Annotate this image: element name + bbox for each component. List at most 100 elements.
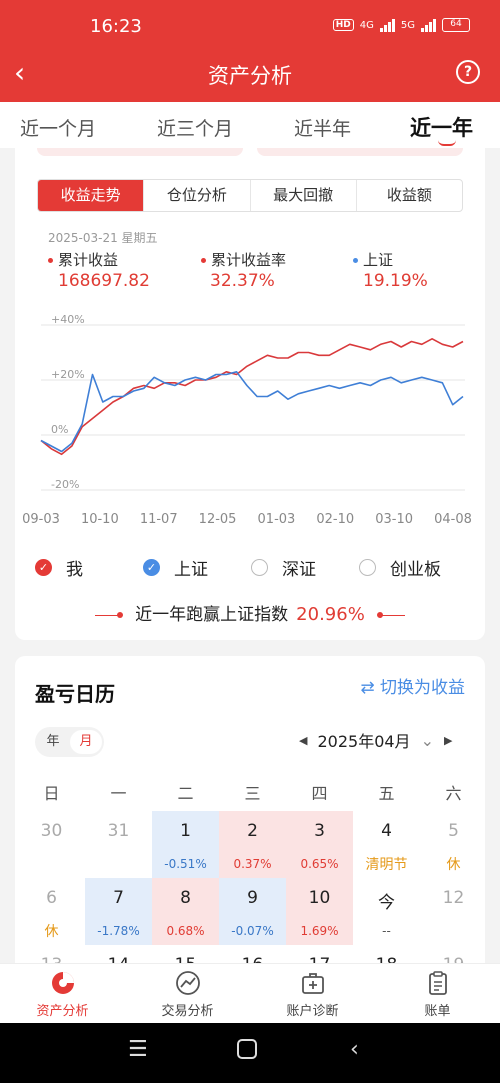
calendar-day-cell[interactable]: 4 清明节 xyxy=(353,811,420,878)
tab-1-month[interactable]: 近一个月 xyxy=(20,114,96,141)
calendar-day-cell[interactable]: 12 xyxy=(420,878,485,945)
swap-icon: ⇄ xyxy=(360,678,375,698)
analysis-segment-control: 收益走势 仓位分析 最大回撤 收益额 xyxy=(37,179,463,212)
system-nav-bar: ☰ ‹ xyxy=(0,1023,500,1083)
tab-label: 资产分析 xyxy=(36,1004,89,1019)
weekday-label: 三 xyxy=(244,784,261,803)
legend-chinext[interactable]: 创业板 xyxy=(359,555,441,580)
signal-icon xyxy=(379,18,395,32)
switch-to-return-button[interactable]: ⇄ 切换为收益 xyxy=(360,673,465,698)
calendar-day-cell[interactable]: 7 -1.78% xyxy=(85,878,152,945)
y-tick-label: -20% xyxy=(51,478,79,491)
red-dot-icon xyxy=(48,258,53,263)
toggle-year[interactable]: 年 xyxy=(37,730,69,754)
month-navigator: ◀ 2025年04月 ⌄ ▶ xyxy=(299,728,452,752)
toggle-month[interactable]: 月 xyxy=(70,730,102,754)
period-tabs: 近一个月 近三个月 近半年 近一年 xyxy=(0,102,500,148)
day-value: -1.78% xyxy=(97,924,140,938)
calendar-day-cell[interactable]: 今 -- xyxy=(353,878,420,945)
segment-position-analysis[interactable]: 仓位分析 xyxy=(143,180,249,211)
calendar-day-cell[interactable]: 8 0.68% xyxy=(152,878,219,945)
selected-date: 2025-03-21 星期五 xyxy=(48,231,158,245)
help-icon[interactable]: ? xyxy=(456,60,480,84)
tab-trade-analysis[interactable]: 交易分析 xyxy=(125,970,250,1019)
calendar-day-cell[interactable]: 30 xyxy=(18,811,85,878)
tab-1-year[interactable]: 近一年 xyxy=(410,112,473,146)
tab-label: 交易分析 xyxy=(161,1004,214,1019)
tab-account-diagnosis[interactable]: 账户诊断 xyxy=(250,970,375,1019)
day-value: 0.65% xyxy=(300,857,339,871)
day-number: 31 xyxy=(107,821,130,841)
status-icons: HD 4G 5G 64 xyxy=(332,18,470,32)
beat-value: 20.96% xyxy=(296,604,365,625)
x-tick-label: 11-07 xyxy=(140,512,178,527)
weekday-label: 日 xyxy=(43,784,60,803)
tab-3-months[interactable]: 近三个月 xyxy=(157,114,233,141)
tab-asset-analysis[interactable]: 资产分析 xyxy=(0,970,125,1019)
legend-label: 深证 xyxy=(282,560,316,580)
legend-label: 创业板 xyxy=(390,560,441,580)
calendar-day-cell[interactable]: 2 0.37% xyxy=(219,811,286,878)
tab-half-year[interactable]: 近半年 xyxy=(294,114,351,141)
calendar-day-cell[interactable]: 9 -0.07% xyxy=(219,878,286,945)
legend-label: 我 xyxy=(66,560,83,580)
signal-icon-2 xyxy=(421,18,436,32)
chevron-down-icon[interactable]: ⌄ xyxy=(421,731,434,750)
menu-icon[interactable]: ☰ xyxy=(128,1037,148,1062)
home-icon[interactable] xyxy=(237,1039,257,1059)
stat-label-cum-return-rate: 累计收益率 xyxy=(201,249,286,270)
day-value: 0.68% xyxy=(166,924,205,938)
day-number: 3 xyxy=(314,821,325,841)
segment-return-trend[interactable]: 收益走势 xyxy=(38,180,144,211)
day-number: 30 xyxy=(40,821,63,841)
series-line-me xyxy=(40,337,464,456)
x-tick-label: 12-05 xyxy=(199,512,237,527)
stat-label-cum-return: 累计收益 xyxy=(48,249,118,270)
stat-label-text: 累计收益 xyxy=(58,251,119,269)
calendar-day-cell[interactable]: 31 xyxy=(85,811,152,878)
weekday-label: 四 xyxy=(311,784,328,803)
day-value: 清明节 xyxy=(365,857,408,873)
month-label[interactable]: 2025年04月 xyxy=(317,728,410,752)
status-bar: 16:23 HD 4G 5G 64 xyxy=(0,0,500,46)
legend-me[interactable]: ✓ 我 xyxy=(35,555,83,580)
segment-max-drawdown[interactable]: 最大回撤 xyxy=(249,180,356,211)
calendar-day-cell[interactable]: 3 0.65% xyxy=(286,811,353,878)
stat-value-shanghai: 19.19% xyxy=(363,271,428,291)
beat-text: 近一年跑赢上证指数 xyxy=(135,605,289,625)
decor-line-right xyxy=(376,612,405,618)
back-icon[interactable]: ‹ xyxy=(350,1037,359,1062)
day-value: 0.37% xyxy=(233,857,272,871)
stat-value-cum-return-rate: 32.37% xyxy=(210,271,275,291)
pnl-calendar-card: 盈亏日历 ⇄ 切换为收益 年 月 ◀ 2025年04月 ⌄ ▶ 日一二三四五六 … xyxy=(15,656,485,976)
day-value: -0.51% xyxy=(164,857,207,871)
legend-shanghai[interactable]: ✓ 上证 xyxy=(143,555,208,580)
trade-analysis-icon xyxy=(175,971,200,995)
weekday-label: 二 xyxy=(177,784,194,803)
calendar-day-cell[interactable]: 6休 xyxy=(18,878,85,945)
x-tick-label: 10-10 xyxy=(81,512,119,527)
calendar-day-cell[interactable]: 5休 xyxy=(420,811,485,878)
calendar-title: 盈亏日历 xyxy=(35,682,115,706)
segment-return-amount[interactable]: 收益额 xyxy=(355,180,462,211)
tab-bill[interactable]: 账单 xyxy=(375,970,500,1019)
check-icon: ✓ xyxy=(143,559,160,576)
day-value: 休 xyxy=(44,924,59,940)
calendar-day-cell[interactable]: 1 -0.51% xyxy=(152,811,219,878)
next-month-icon[interactable]: ▶ xyxy=(444,734,452,747)
tab-1-year-label: 近一年 xyxy=(410,116,473,140)
day-number: 1 xyxy=(180,821,191,841)
day-value: -0.07% xyxy=(231,924,274,938)
return-line-chart[interactable]: +40% +20% 0% -20% 09-03 10-10 11-07 12-05 01-03 0… xyxy=(15,313,485,543)
red-dot-icon xyxy=(201,258,206,263)
x-tick-label: 03-10 xyxy=(375,512,413,527)
radio-icon xyxy=(251,559,268,576)
calendar-day-cell[interactable]: 10 1.69% xyxy=(286,878,353,945)
legend-shenzhen[interactable]: 深证 xyxy=(251,555,316,580)
y-tick-label: +20% xyxy=(51,368,85,381)
medical-kit-icon xyxy=(301,973,324,994)
day-number: 9 xyxy=(247,888,258,908)
prev-month-icon[interactable]: ◀ xyxy=(299,734,307,747)
radio-icon xyxy=(359,559,376,576)
battery-icon: 64 xyxy=(442,18,470,32)
